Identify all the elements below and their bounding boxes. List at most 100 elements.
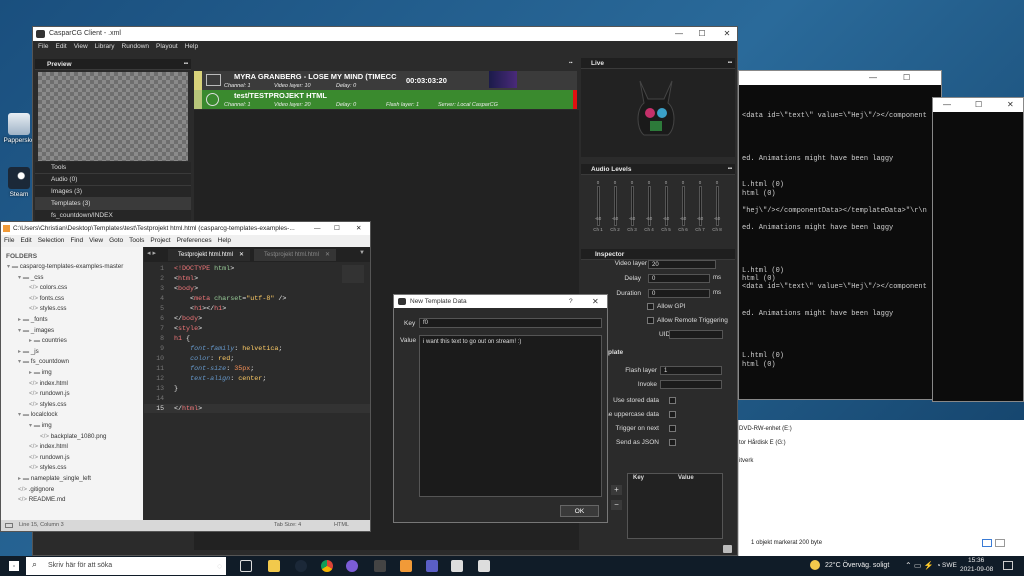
send-json-checkbox[interactable] bbox=[669, 439, 676, 446]
network-item[interactable]: itverk bbox=[739, 458, 753, 464]
minimize-icon[interactable]: — bbox=[869, 73, 877, 82]
clock-date[interactable]: 2021-09-08 bbox=[960, 566, 993, 573]
menu-project[interactable]: Project bbox=[150, 235, 170, 247]
file-item[interactable]: </> fonts.css bbox=[29, 295, 64, 302]
delay-field[interactable]: 0 bbox=[648, 274, 710, 283]
file-item[interactable]: </> colors.css bbox=[29, 284, 67, 291]
add-button[interactable]: + bbox=[611, 485, 622, 495]
panel-menu-icon[interactable]: ▪▪ bbox=[728, 58, 732, 69]
folder-item[interactable]: ▸ ▬ img bbox=[29, 369, 52, 376]
menu-rundown[interactable]: Rundown bbox=[122, 41, 149, 53]
template-data-table[interactable]: Key Value bbox=[627, 473, 723, 539]
tray-icons[interactable]: ⌃ ▭ ⚡ ◔ bbox=[905, 561, 941, 570]
console-window-front[interactable]: — ☐ ✕ bbox=[932, 97, 1024, 402]
new-template-data-dialog[interactable]: New Template Data ? ✕ Key f0 Value i wan… bbox=[393, 294, 608, 523]
menu-edit[interactable]: Edit bbox=[55, 41, 66, 53]
remove-button[interactable]: − bbox=[611, 500, 622, 510]
panel-toggle-icon[interactable] bbox=[5, 523, 13, 528]
language-indicator[interactable]: SWE bbox=[942, 562, 957, 569]
rundown-item-video[interactable]: MYRA GRANBERG - LOSE MY MIND (TIMECC 00:… bbox=[194, 71, 577, 90]
video-layer-field[interactable]: 20 bbox=[648, 260, 716, 269]
speaker-icon[interactable] bbox=[723, 545, 732, 553]
maximize-icon[interactable]: ☐ bbox=[903, 73, 910, 82]
use-stored-checkbox[interactable] bbox=[669, 397, 676, 404]
menu-library[interactable]: Library bbox=[95, 41, 115, 53]
file-item[interactable]: </> styles.css bbox=[29, 401, 67, 408]
menu-find[interactable]: Find bbox=[70, 235, 83, 247]
tab-dropdown-icon[interactable]: ▼ bbox=[359, 250, 365, 256]
folder-item[interactable]: ▾ ▬ casparcg-templates-examples-master bbox=[7, 263, 123, 270]
minimap[interactable] bbox=[342, 265, 364, 283]
minimize-icon[interactable]: — bbox=[943, 100, 951, 109]
trigger-next-checkbox[interactable] bbox=[669, 425, 676, 432]
app-icon[interactable] bbox=[374, 560, 386, 572]
file-item[interactable]: </> README.md bbox=[18, 496, 65, 503]
menu-tools[interactable]: Tools bbox=[129, 235, 144, 247]
app-icon[interactable] bbox=[346, 560, 358, 572]
folder-item[interactable]: ▸ ▬ _js bbox=[18, 348, 39, 355]
chrome-icon[interactable] bbox=[321, 560, 333, 572]
folder-item[interactable]: ▾ ▬ _css bbox=[18, 274, 44, 281]
help-icon[interactable]: ? bbox=[569, 295, 573, 308]
value-textarea[interactable]: i want this text to go out on stream! :) bbox=[419, 335, 602, 497]
panel-menu-icon[interactable]: ▪▪ bbox=[728, 164, 732, 175]
maximize-icon[interactable]: ☐ bbox=[694, 27, 710, 41]
menu-help[interactable]: Help bbox=[185, 41, 198, 53]
menu-help[interactable]: Help bbox=[218, 235, 231, 247]
library-templates[interactable]: Templates (3) bbox=[35, 198, 191, 210]
console-titlebar[interactable]: — ☐ bbox=[739, 71, 941, 85]
close-icon[interactable]: ✕ bbox=[353, 222, 365, 235]
folder-item[interactable]: ▾ ▬ _images bbox=[18, 327, 54, 334]
menu-view[interactable]: View bbox=[89, 235, 103, 247]
library-images[interactable]: Images (3) bbox=[35, 186, 191, 198]
file-item[interactable]: </> backplate_1080.png bbox=[40, 433, 106, 440]
notifications-icon[interactable] bbox=[1003, 561, 1013, 570]
maximize-icon[interactable]: ☐ bbox=[331, 222, 343, 235]
menu-edit[interactable]: Edit bbox=[20, 235, 31, 247]
file-item[interactable]: </> .gitignore bbox=[18, 486, 54, 493]
allow-gpi-checkbox[interactable] bbox=[647, 303, 654, 310]
console-titlebar[interactable]: — ☐ ✕ bbox=[933, 98, 1023, 112]
dialog-titlebar[interactable]: New Template Data ? ✕ bbox=[394, 295, 607, 308]
close-icon[interactable]: ✕ bbox=[592, 295, 599, 308]
folder-item[interactable]: ▾ ▬ img bbox=[29, 422, 52, 429]
close-icon[interactable]: ✕ bbox=[719, 27, 735, 41]
drive-item[interactable]: DVD-RW-enhet (E:) bbox=[739, 426, 792, 432]
steam-taskbar-icon[interactable] bbox=[295, 560, 307, 572]
search-box[interactable]: ⌕ Skriv här för att söka bbox=[26, 557, 226, 575]
maximize-icon[interactable]: ☐ bbox=[975, 100, 982, 109]
details-view-icon[interactable] bbox=[982, 539, 992, 547]
casparcg-server-icon[interactable] bbox=[478, 560, 490, 572]
file-item[interactable]: </> index.html bbox=[29, 380, 68, 387]
rundown-item-template[interactable]: test/TESTPROJEKT HTML Channel: 1 Video l… bbox=[194, 90, 577, 109]
editor[interactable]: ◂ ▸ Testprojekt html.html ✕ Testprojekt h… bbox=[144, 247, 370, 521]
library-audio[interactable]: Audio (0) bbox=[35, 174, 191, 186]
folder-item[interactable]: ▸ ▬ nameplate_single_left bbox=[18, 475, 91, 482]
key-field[interactable]: f0 bbox=[419, 318, 602, 328]
tab-active[interactable]: Testprojekt html.html ✕ bbox=[168, 249, 250, 261]
flash-layer-field[interactable]: 1 bbox=[660, 366, 722, 375]
tiles-view-icon[interactable] bbox=[995, 539, 1005, 547]
clock-time[interactable]: 15:36 bbox=[968, 557, 984, 564]
minimize-icon[interactable]: — bbox=[671, 27, 687, 41]
allow-remote-checkbox[interactable] bbox=[647, 317, 654, 324]
cortana-icon[interactable]: ○ bbox=[217, 561, 222, 571]
titlebar[interactable]: CasparCG Client - .xml — ☐ ✕ bbox=[33, 27, 737, 41]
tab-size[interactable]: Tab Size: 4 bbox=[274, 520, 301, 531]
menu-preferences[interactable]: Preferences bbox=[177, 235, 212, 247]
task-view-icon[interactable] bbox=[240, 560, 252, 572]
sublime-taskbar-icon[interactable] bbox=[400, 560, 412, 572]
file-explorer-icon[interactable] bbox=[268, 560, 280, 572]
syntax-mode[interactable]: HTML bbox=[334, 520, 349, 531]
drive-item[interactable]: tor Hårdisk E (G:) bbox=[739, 440, 786, 446]
tab-nav-icon[interactable]: ◂ ▸ bbox=[147, 249, 156, 257]
file-item[interactable]: </> rundown.js bbox=[29, 454, 70, 461]
folder-item[interactable]: ▸ ▬ _fonts bbox=[18, 316, 48, 323]
menu-playout[interactable]: Playout bbox=[156, 41, 178, 53]
close-icon[interactable]: ✕ bbox=[325, 252, 330, 258]
uid-field[interactable] bbox=[669, 330, 723, 339]
casparcg-taskbar-icon[interactable] bbox=[451, 560, 463, 572]
titlebar[interactable]: C:\Users\Christian\Desktop\Templates\tes… bbox=[1, 222, 370, 235]
ok-button[interactable]: OK bbox=[560, 505, 599, 517]
weather-text[interactable]: 22°C Överväg. soligt bbox=[825, 562, 889, 569]
